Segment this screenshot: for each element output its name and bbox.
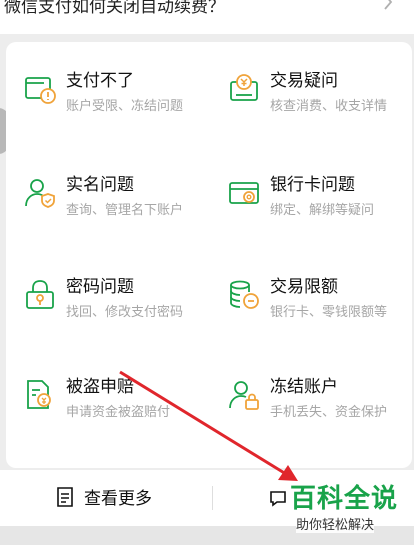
user-lock-icon bbox=[229, 381, 259, 410]
topic-transaction-limit[interactable]: 交易限额 银行卡、零钱限额等 bbox=[228, 272, 414, 332]
document-list-icon bbox=[57, 487, 73, 507]
yuan-receipt-icon bbox=[230, 74, 258, 101]
topic-bank-card[interactable]: 银行卡问题 绑定、解绑等疑问 bbox=[228, 170, 414, 230]
topic-title: 交易疑问 bbox=[270, 71, 338, 91]
topic-title: 冻结账户 bbox=[270, 377, 338, 397]
topic-theft-claim[interactable]: 被盗申赔 申请资金被盗赔付 bbox=[24, 372, 224, 432]
coin-stack-icon bbox=[230, 280, 259, 309]
view-more-label: 查看更多 bbox=[84, 489, 152, 509]
topic-transaction-query[interactable]: 交易疑问 核查消费、收支详情 bbox=[228, 66, 414, 126]
bar-divider bbox=[212, 486, 213, 510]
topic-real-name[interactable]: 实名问题 查询、管理名下账户 bbox=[24, 170, 224, 230]
topic-subtitle: 绑定、解绑等疑问 bbox=[270, 203, 375, 218]
topic-password[interactable]: 密码问题 找回、修改支付密码 bbox=[24, 272, 224, 332]
topic-subtitle: 手机丢失、资金保护 bbox=[270, 405, 388, 420]
topic-title: 支付不了 bbox=[66, 71, 134, 91]
topic-title: 实名问题 bbox=[66, 175, 134, 195]
wallet-alert-icon bbox=[25, 77, 56, 104]
topic-title: 密码问题 bbox=[66, 277, 134, 297]
topic-subtitle: 找回、修改支付密码 bbox=[66, 305, 184, 320]
password-lock-icon bbox=[26, 280, 54, 309]
chat-bubble-icon[interactable] bbox=[268, 488, 288, 508]
topic-subtitle: 银行卡、零钱限额等 bbox=[270, 305, 388, 320]
brand-watermark: 百科全说 助你轻松解决 bbox=[288, 478, 414, 540]
topic-freeze-account[interactable]: 冻结账户 手机丢失、资金保护 bbox=[228, 372, 414, 432]
topic-subtitle: 查询、管理名下账户 bbox=[66, 203, 184, 218]
help-topic-grid: 支付不了 账户受限、冻结问题 交易疑问 核查消费、收支详情 实名问题 查询、管理… bbox=[6, 42, 412, 468]
chevron-right-icon bbox=[384, 0, 393, 10]
watermark-brand: 百科全说 bbox=[290, 484, 399, 514]
topic-subtitle: 核查消费、收支详情 bbox=[270, 99, 388, 114]
topic-subtitle: 账户受限、冻结问题 bbox=[66, 99, 184, 114]
claim-document-icon bbox=[27, 380, 51, 409]
topic-title: 交易限额 bbox=[270, 277, 338, 297]
topic-title: 被盗申赔 bbox=[66, 377, 134, 397]
user-verify-icon bbox=[25, 179, 55, 208]
bank-card-icon bbox=[229, 182, 259, 204]
topic-title: 银行卡问题 bbox=[270, 175, 355, 195]
faq-question-text: 微信支付如何关闭自动续费？ bbox=[4, 0, 225, 17]
topic-cannot-pay[interactable]: 支付不了 账户受限、冻结问题 bbox=[24, 66, 224, 126]
faq-item-auto-renew[interactable]: 微信支付如何关闭自动续费？ bbox=[0, 0, 414, 34]
watermark-tagline: 助你轻松解决 bbox=[296, 514, 375, 533]
topic-subtitle: 申请资金被盗赔付 bbox=[66, 405, 171, 420]
